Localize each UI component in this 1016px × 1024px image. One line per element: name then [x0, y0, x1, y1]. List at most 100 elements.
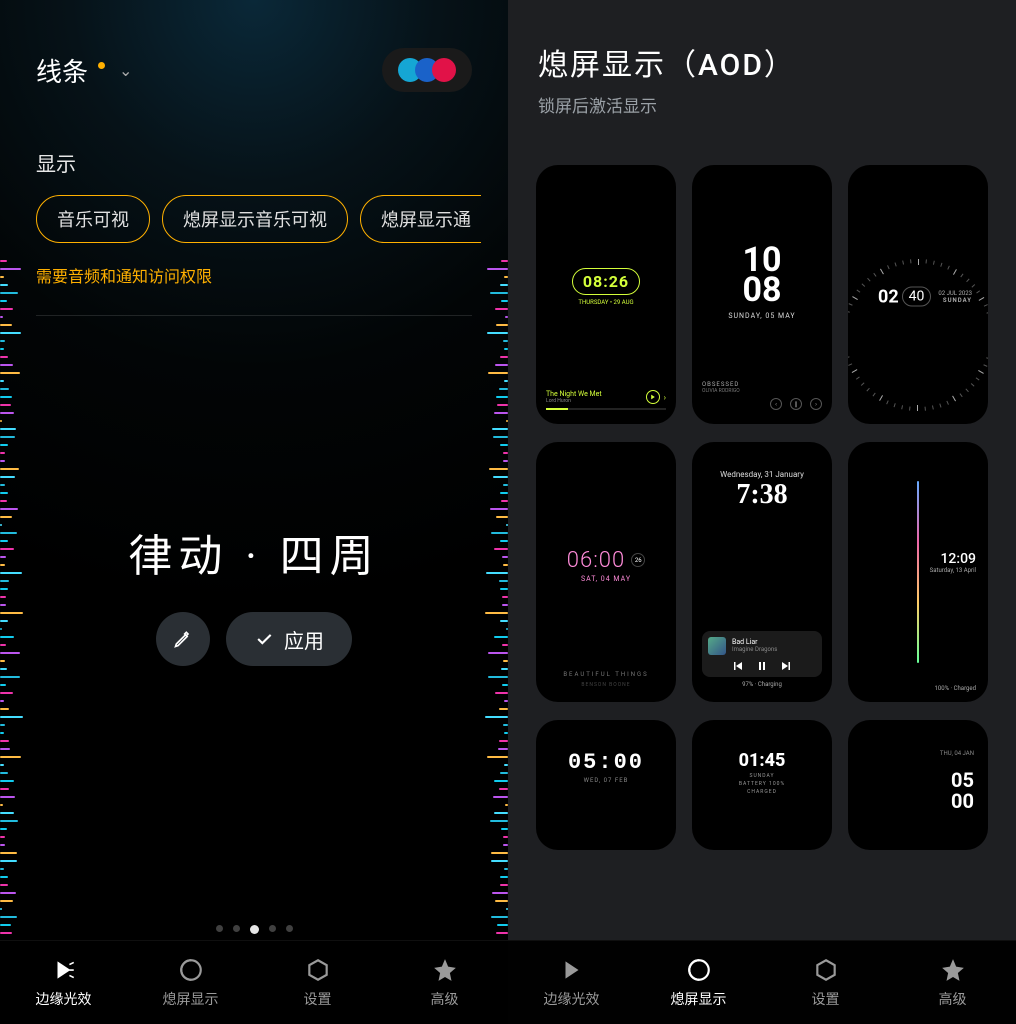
aod-theme-card[interactable]: Wednesday, 31 January 7:38 Bad Liar Imag… [692, 442, 832, 701]
clock-date: SAT, 04 MAY [581, 575, 631, 583]
nav-label: 熄屏显示 [671, 989, 727, 1009]
clock-time: 06:00 [567, 548, 625, 573]
style-dropdown-label: 线条 [36, 52, 88, 89]
star-icon [432, 957, 458, 983]
page-indicator[interactable] [0, 925, 508, 934]
clock-date: 02 JUL 2023SUNDAY [938, 290, 972, 304]
pause-icon: ∥ [790, 398, 802, 410]
song-artist: Imagine Dragons [732, 646, 777, 653]
clock-time: 01:45 [739, 750, 786, 771]
album-art [708, 637, 726, 655]
display-mode-chips: 音乐可视 熄屏显示音乐可视 熄屏显示通 [0, 195, 508, 243]
aod-theme-card[interactable]: 01:45 SUNDAY BATTERY 100% CHARGED [692, 720, 832, 850]
aod-theme-card[interactable]: 12:09 Saturday, 13 April 100% · Charged [848, 442, 988, 701]
bottom-nav-right: 边缘光效 熄屏显示 设置 高级 [508, 940, 1016, 1024]
clock-time: 08:26 [572, 268, 640, 295]
chip-aod-notification[interactable]: 熄屏显示通 [360, 195, 481, 243]
aod-theme-card[interactable]: 1008 SUNDAY, 05 MAY OBSESSED OLIVIA RODR… [692, 165, 832, 424]
permission-warning[interactable]: 需要音频和通知访问权限 [0, 243, 508, 287]
nav-label: 设置 [304, 989, 332, 1009]
next-icon: › [810, 398, 822, 410]
page-subtitle: 锁屏后激活显示 [538, 92, 986, 117]
aod-theme-card[interactable]: 05:00 WED, 07 FEB [536, 720, 676, 850]
chip-music-visual[interactable]: 音乐可视 [36, 195, 150, 243]
nav-label: 高级 [939, 989, 967, 1009]
pencil-icon [173, 629, 193, 649]
music-player: Bad Liar Imagine Dragons [702, 631, 822, 677]
song-artist: OLIVIA RODRIGO [702, 388, 822, 394]
nav-advanced[interactable]: 高级 [889, 941, 1016, 1024]
divider [36, 315, 472, 316]
color-dot-3 [432, 58, 456, 82]
nav-settings[interactable]: 设置 [762, 941, 889, 1024]
moon-icon [686, 957, 712, 983]
aod-theme-card[interactable]: 06:00 26 SAT, 04 MAY BEAUTIFUL THINGS BE… [536, 442, 676, 701]
clock-time: 7:38 [736, 479, 787, 511]
aod-theme-grid-row3: 05:00 WED, 07 FEB 01:45 SUNDAY BATTERY 1… [508, 702, 1016, 850]
clock-date: Saturday, 13 April [930, 567, 976, 574]
weekday: SUNDAY [749, 773, 774, 779]
song-artist: BENSON BOONE [546, 682, 666, 688]
charge-status: CHARGED [747, 789, 777, 795]
song-artist: Lord Huron [546, 398, 602, 404]
gradient-line [917, 481, 919, 663]
nav-label: 边缘光效 [36, 989, 92, 1009]
next-icon: › [664, 393, 666, 402]
apply-button[interactable]: 应用 [226, 612, 352, 666]
aod-theme-card[interactable]: 08:26 THURSDAY • 29 AUG The Night We Met… [536, 165, 676, 424]
nav-edge-lighting[interactable]: 边缘光效 [0, 941, 127, 1024]
clock-date: THURSDAY • 29 AUG [578, 299, 633, 306]
next-icon [781, 661, 791, 671]
hex-icon [305, 957, 331, 983]
check-icon [254, 629, 274, 649]
song-title: BEAUTIFUL THINGS [546, 671, 666, 678]
nav-advanced[interactable]: 高级 [381, 941, 508, 1024]
chip-aod-music-visual[interactable]: 熄屏显示音乐可视 [162, 195, 348, 243]
song-title: The Night We Met [546, 390, 602, 398]
nav-label: 熄屏显示 [163, 989, 219, 1009]
play-icon [646, 390, 660, 404]
nav-edge-lighting[interactable]: 边缘光效 [508, 941, 635, 1024]
song-title: Bad Liar [732, 638, 777, 646]
pause-icon [757, 661, 767, 671]
style-dropdown[interactable]: 线条 ⌄ [36, 52, 132, 89]
nav-settings[interactable]: 设置 [254, 941, 381, 1024]
section-heading: 显示 [0, 92, 508, 195]
prev-icon [733, 661, 743, 671]
play-burst-icon [51, 957, 77, 983]
nav-label: 高级 [431, 989, 459, 1009]
prev-icon: ‹ [770, 398, 782, 410]
charge-status: 97% · Charging [702, 681, 822, 688]
badge-dot-icon [98, 62, 105, 69]
clock-date: Wednesday, 31 January [720, 470, 804, 479]
clock-time: 0500 [951, 771, 974, 813]
clock-date: SUNDAY, 05 MAY [728, 312, 795, 320]
clock-time: 05:00 [568, 750, 644, 775]
nav-label: 边缘光效 [544, 989, 600, 1009]
clock-date: WED, 07 FEB [584, 777, 629, 784]
clock-date: THU, 04 JAN [940, 750, 974, 757]
aod-theme-card[interactable]: THU, 04 JAN 0500 [848, 720, 988, 850]
hex-icon [813, 957, 839, 983]
charge-status: 100% · Charged [935, 685, 976, 692]
nav-label: 设置 [812, 989, 840, 1009]
battery-ring: 26 [631, 553, 645, 567]
chevron-down-icon: ⌄ [119, 61, 132, 80]
moon-icon [178, 957, 204, 983]
apply-button-label: 应用 [284, 625, 324, 654]
nav-aod[interactable]: 熄屏显示 [127, 941, 254, 1024]
aod-theme-card[interactable]: 0240 02 JUL 2023SUNDAY [848, 165, 988, 424]
edge-lighting-screen: 线条 ⌄ 显示 音乐可视 熄屏显示音乐可视 熄屏显示通 需要音频和通知访问权限 … [0, 0, 508, 1024]
play-burst-icon [559, 957, 585, 983]
clock-time: 0240 [878, 286, 931, 307]
edit-button[interactable] [156, 612, 210, 666]
bottom-nav-left: 边缘光效 熄屏显示 设置 高级 [0, 940, 508, 1024]
aod-gallery-screen: 熄屏显示（AOD） 锁屏后激活显示 08:26 THURSDAY • 29 AU… [508, 0, 1016, 1024]
progress-bar [546, 408, 666, 410]
star-icon [940, 957, 966, 983]
song-title: OBSESSED [702, 381, 822, 388]
color-picker-button[interactable] [382, 48, 472, 92]
nav-aod[interactable]: 熄屏显示 [635, 941, 762, 1024]
battery-status: BATTERY 100% [739, 781, 785, 787]
page-title: 熄屏显示（AOD） [538, 40, 986, 84]
